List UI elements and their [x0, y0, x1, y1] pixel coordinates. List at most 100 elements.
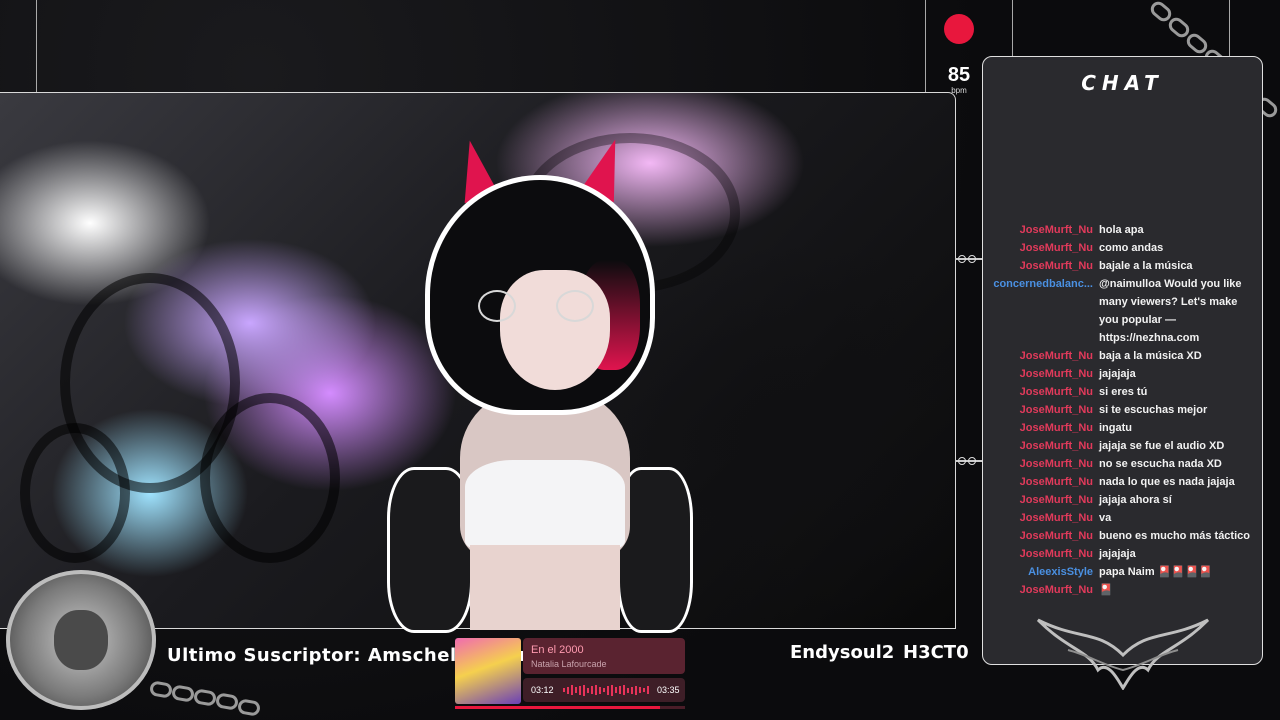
tribal-emblem	[1036, 618, 1210, 690]
chat-username[interactable]: JoseMurft_Nu	[983, 365, 1099, 383]
chat-message: JoseMurft_Nu bajale a la música	[983, 257, 1262, 275]
sweater-left	[390, 470, 470, 630]
chat-message-list[interactable]: JoseMurft_Nu hola apa JoseMurft_Nu como and…	[983, 221, 1262, 599]
chat-text: papa Naim 🎴🎴🎴🎴	[1099, 566, 1213, 578]
chat-text: jajajaja	[1099, 548, 1136, 560]
chat-text: bueno es mucho más táctico	[1099, 530, 1250, 542]
waveform-bar	[603, 688, 605, 692]
chat-text: @naimulloa Would you like many viewers? …	[1099, 278, 1242, 344]
chat-message: JoseMurft_Nu si eres tú	[983, 383, 1262, 401]
chat-username[interactable]: JoseMurft_Nu	[983, 347, 1099, 365]
chat-username[interactable]: JoseMurft_Nu	[983, 419, 1099, 437]
chat-username[interactable]: JoseMurft_Nu	[983, 437, 1099, 455]
waveform-bar	[643, 688, 645, 692]
chat-text: si eres tú	[1099, 386, 1148, 398]
chat-text: 🎴	[1099, 584, 1113, 596]
chat-username[interactable]: JoseMurft_Nu	[983, 527, 1099, 545]
chat-username[interactable]: JoseMurft_Nu	[983, 545, 1099, 563]
recent-name-1: Endysoul2	[790, 642, 895, 663]
glasses-left	[478, 290, 516, 322]
chat-message: JoseMurft_Nu bueno es mucho más táctico	[983, 527, 1262, 545]
chat-text: baja a la música XD	[1099, 350, 1202, 362]
chat-message: JoseMurft_Nu nada lo que es nada jajaja	[983, 473, 1262, 491]
chat-text: jajaja ahora sí	[1099, 494, 1172, 506]
chat-username[interactable]: JoseMurft_Nu	[983, 509, 1099, 527]
connector-bead	[968, 457, 976, 465]
waveform-bar	[595, 685, 597, 695]
chat-text: no se escucha nada XD	[1099, 458, 1222, 470]
chat-message: JoseMurft_Nu como andas	[983, 239, 1262, 257]
time-current: 03:12	[531, 685, 554, 695]
waveform-bar	[571, 685, 573, 695]
chat-username[interactable]: JoseMurft_Nu	[983, 221, 1099, 239]
hanging-line	[1012, 0, 1013, 56]
chat-panel: CHAT JoseMurft_Nu hola apa JoseMurft_Nu com…	[982, 56, 1263, 665]
chat-text: bajale a la música	[1099, 260, 1193, 272]
chat-text: nada lo que es nada jajaja	[1099, 476, 1235, 488]
chat-username[interactable]: JoseMurft_Nu	[983, 491, 1099, 509]
chat-message: JoseMurft_Nu si te escuchas mejor	[983, 401, 1262, 419]
waveform-bar	[575, 687, 577, 693]
waveform-bar	[631, 686, 633, 694]
chat-username[interactable]: JoseMurft_Nu	[983, 239, 1099, 257]
progress-fill	[455, 706, 660, 709]
chat-text: si te escuchas mejor	[1099, 404, 1208, 416]
chat-username[interactable]: JoseMurft_Nu	[983, 455, 1099, 473]
avatar-belly	[470, 545, 620, 630]
waveform-bar	[587, 687, 589, 693]
chat-message: JoseMurft_Nu va	[983, 509, 1262, 527]
sweater-right	[620, 470, 690, 630]
waveform-bar	[635, 685, 637, 695]
chat-username[interactable]: JoseMurft_Nu	[983, 473, 1099, 491]
waveform-bar	[619, 686, 621, 694]
connector-bead	[968, 255, 976, 263]
avatar-face	[500, 270, 610, 390]
recording-indicator	[944, 14, 974, 44]
chat-text: hola apa	[1099, 224, 1144, 236]
music-player: En el 2000 Natalia Lafourcade 03:12 03:3…	[455, 638, 685, 709]
chat-message: JoseMurft_Nu jajaja se fue el audio XD	[983, 437, 1262, 455]
chat-username[interactable]: JoseMurft_Nu	[983, 257, 1099, 275]
chat-username[interactable]: JoseMurft_Nu	[983, 383, 1099, 401]
chat-message: JoseMurft_Nu 🎴	[983, 581, 1262, 599]
chat-username[interactable]: JoseMurft_Nu	[983, 401, 1099, 419]
chat-text: como andas	[1099, 242, 1164, 254]
waveform-bar	[623, 685, 625, 695]
chat-message: AleexisStyle papa Naim 🎴🎴🎴🎴	[983, 563, 1262, 581]
waveform-bar	[611, 684, 613, 696]
heart-rate-unit: bpm	[951, 86, 967, 95]
connector-bead	[958, 255, 966, 263]
chat-text: va	[1099, 512, 1112, 524]
chat-message: JoseMurft_Nu jajajaja	[983, 365, 1262, 383]
connector-bead	[958, 457, 966, 465]
waveform-bar	[615, 687, 617, 693]
chat-message: JoseMurft_Nu no se escucha nada XD	[983, 455, 1262, 473]
waveform-bar	[583, 684, 585, 696]
waveform-bar	[607, 685, 609, 695]
chat-text: jajaja se fue el audio XD	[1099, 440, 1225, 452]
waveform-bar	[563, 688, 565, 692]
song-title: En el 2000	[531, 644, 584, 656]
avatar-shirt	[465, 460, 625, 550]
waveform-bar	[579, 685, 581, 695]
chat-username[interactable]: concernedbalanc...	[983, 275, 1099, 347]
album-art	[455, 638, 521, 704]
waveform-bar	[567, 686, 569, 694]
heart-rate-value: 85	[947, 64, 971, 86]
waveform-bar	[639, 687, 641, 693]
chat-text: jajajaja	[1099, 368, 1136, 380]
waveform-bar	[627, 687, 629, 693]
hanging-line	[1229, 0, 1230, 56]
waveform-bar	[591, 686, 593, 694]
chat-text: ingatu	[1099, 422, 1132, 434]
chat-username[interactable]: AleexisStyle	[983, 563, 1099, 581]
waveform-bar	[647, 686, 649, 694]
chat-message: JoseMurft_Nu jajajaja	[983, 545, 1262, 563]
chat-message: JoseMurft_Nu ingatu	[983, 419, 1262, 437]
chat-username[interactable]: JoseMurft_Nu	[983, 581, 1099, 599]
song-artist: Natalia Lafourcade	[531, 659, 607, 669]
time-total: 03:35	[657, 685, 680, 695]
channel-logo	[6, 570, 156, 710]
chat-message: JoseMurft_Nu hola apa	[983, 221, 1262, 239]
chat-message: JoseMurft_Nu jajaja ahora sí	[983, 491, 1262, 509]
